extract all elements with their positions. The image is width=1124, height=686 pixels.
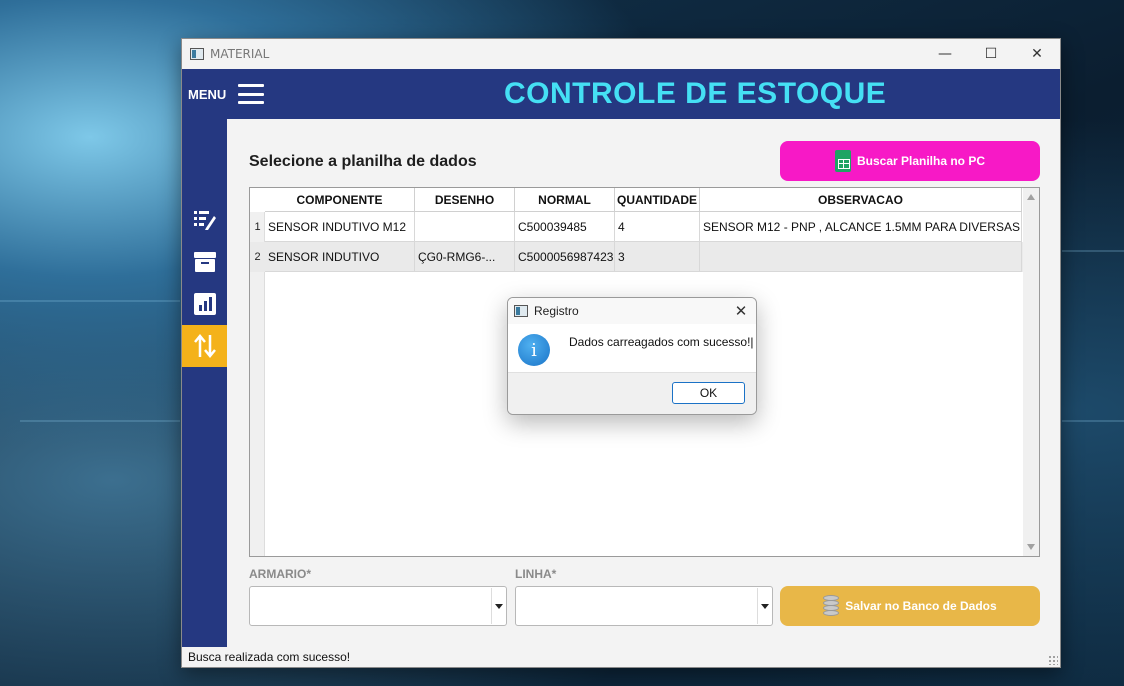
armario-label: ARMARIO* (249, 567, 311, 581)
message-dialog: Registro ✕ i Dados carreagados com suces… (507, 297, 757, 415)
transfer-arrows-icon (193, 334, 216, 358)
title-bar[interactable]: MATERIAL — ☐ ✕ (182, 39, 1060, 69)
sidebar-item-reports[interactable] (182, 283, 227, 325)
app-header: MENU CONTROLE DE ESTOQUE (182, 69, 1060, 119)
spreadsheet-icon (834, 150, 851, 172)
menu-label: MENU (188, 86, 227, 102)
salvar-banco-label: Salvar no Banco de Dados (845, 599, 997, 613)
scroll-up-icon[interactable] (1027, 194, 1035, 200)
hamburger-menu-icon[interactable] (238, 84, 265, 104)
row-number: 2 (254, 251, 261, 263)
chevron-down-icon[interactable] (757, 588, 771, 624)
table-cell[interactable]: SENSOR M12 - PNP , ALCANCE 1.5MM PARA DI… (700, 212, 1022, 242)
status-text: Busca realizada com sucesso! (188, 650, 351, 664)
linha-label: LINHA* (515, 567, 557, 581)
table-cell[interactable] (700, 242, 1022, 272)
table-cell[interactable]: C5000056987423 (515, 242, 615, 272)
column-header-normal[interactable]: NORMAL (515, 188, 615, 212)
table-row[interactable]: 2 SENSOR INDUTIVO ÇG0-RMG6-... C50000569… (250, 242, 1023, 272)
table-cell[interactable]: ÇG0-RMG6-... (415, 242, 515, 272)
table-row[interactable]: 1 SENSOR INDUTIVO M12 C500039485 4 SENSO… (250, 212, 1023, 242)
dialog-title: Registro (534, 304, 579, 318)
column-header-quantidade[interactable]: QUANTIDADE (615, 188, 700, 212)
salvar-banco-button[interactable]: Salvar no Banco de Dados (780, 586, 1040, 626)
buscar-planilha-button[interactable]: Buscar Planilha no PC (780, 141, 1040, 181)
linha-select[interactable] (515, 586, 773, 626)
column-header-componente[interactable]: COMPONENTE (265, 188, 415, 212)
archive-box-icon (193, 252, 216, 272)
table-cell[interactable] (415, 212, 515, 242)
background-trace (20, 420, 180, 422)
dialog-title-bar[interactable]: Registro ✕ (508, 298, 756, 324)
vertical-scrollbar[interactable] (1023, 188, 1039, 556)
dialog-message: Dados carreagados com sucesso!| (569, 335, 754, 349)
status-bar: Busca realizada com sucesso! (182, 647, 1060, 667)
close-button[interactable]: ✕ (1014, 39, 1060, 69)
table-cell[interactable]: SENSOR INDUTIVO M12 (265, 212, 415, 242)
table-cell[interactable]: C500039485 (515, 212, 615, 242)
table-cell[interactable]: 3 (615, 242, 700, 272)
table-cell[interactable]: SENSOR INDUTIVO (265, 242, 415, 272)
app-icon (190, 48, 204, 60)
section-title: Selecione a planilha de dados (249, 153, 477, 170)
app-title: CONTROLE DE ESTOQUE (504, 77, 887, 110)
maximize-button[interactable]: ☐ (968, 39, 1014, 69)
chevron-down-icon[interactable] (491, 588, 505, 624)
dialog-body: i Dados carreagados com sucesso!| (508, 324, 756, 372)
bar-chart-icon (193, 293, 216, 315)
ok-button[interactable]: OK (672, 382, 745, 404)
database-icon (823, 595, 841, 617)
armario-select[interactable] (249, 586, 507, 626)
sidebar-item-import[interactable] (182, 325, 227, 367)
corner-cell (250, 188, 265, 212)
dialog-footer: OK (508, 372, 756, 414)
window-title: MATERIAL (210, 47, 270, 61)
info-icon: i (518, 334, 550, 366)
column-header-observacao[interactable]: OBSERVACAO (700, 188, 1022, 212)
sidebar-item-edit-list[interactable] (182, 199, 227, 241)
buscar-planilha-label: Buscar Planilha no PC (856, 154, 986, 168)
resize-grip-icon[interactable] (1048, 655, 1058, 665)
table-cell[interactable]: 4 (615, 212, 700, 242)
scroll-down-icon[interactable] (1027, 544, 1035, 550)
minimize-button[interactable]: — (922, 39, 968, 69)
dialog-app-icon (514, 305, 528, 317)
background-trace (0, 300, 180, 302)
row-number: 1 (254, 221, 261, 233)
background-trace (1062, 420, 1124, 422)
column-header-desenho[interactable]: DESENHO (415, 188, 515, 212)
dialog-close-button[interactable]: ✕ (726, 302, 756, 320)
window-controls: — ☐ ✕ (922, 39, 1060, 69)
sidebar-item-archive[interactable] (182, 241, 227, 283)
edit-list-icon (193, 211, 216, 230)
sidebar (182, 119, 227, 647)
background-trace (1062, 250, 1124, 252)
table-header: COMPONENTE DESENHO NORMAL QUANTIDADE OBS… (250, 188, 1023, 212)
